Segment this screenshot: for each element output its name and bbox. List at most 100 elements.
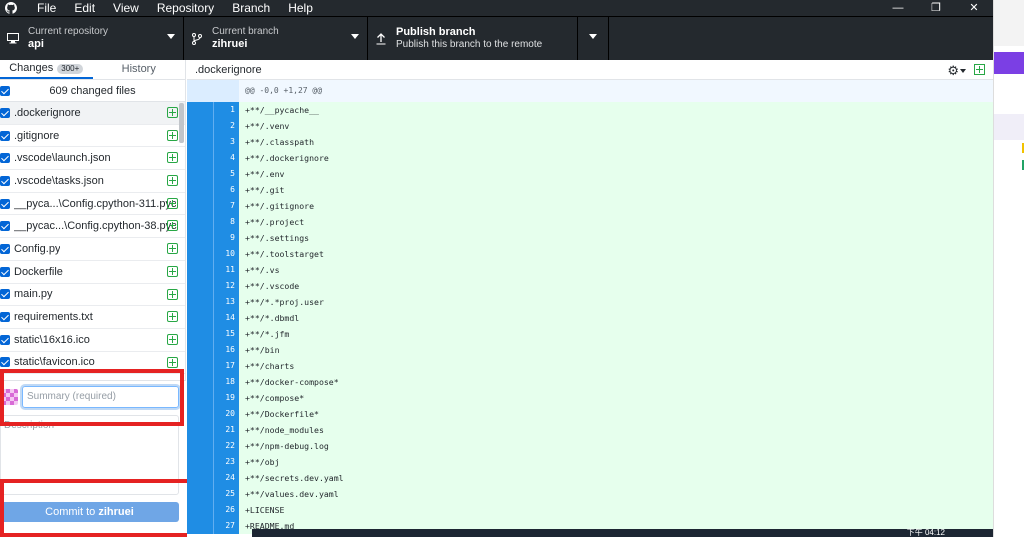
menu-edit[interactable]: Edit xyxy=(65,0,104,16)
list-item[interactable]: .vscode\tasks.json xyxy=(0,170,185,193)
file-checkbox[interactable] xyxy=(0,153,10,164)
list-item[interactable]: Config.py xyxy=(0,238,185,261)
file-list-scrollbar[interactable] xyxy=(179,103,184,143)
expand-icon[interactable] xyxy=(974,64,985,75)
diff-line[interactable]: 7 +**/.gitignore xyxy=(187,198,993,214)
list-item[interactable]: Dockerfile xyxy=(0,261,185,284)
file-name: static\16x16.ico xyxy=(14,333,90,346)
tab-history[interactable]: History xyxy=(93,60,186,79)
list-item[interactable]: requirements.txt xyxy=(0,306,185,329)
file-checkbox[interactable] xyxy=(0,266,10,277)
diff-line[interactable]: 8 +**/.project xyxy=(187,214,993,230)
diff-line[interactable]: 1 +**/__pycache__ xyxy=(187,102,993,118)
gear-icon[interactable]: ⚙ xyxy=(947,63,959,79)
diff-line[interactable]: 26 +LICENSE xyxy=(187,502,993,518)
file-checkbox[interactable] xyxy=(0,130,10,141)
diff-line[interactable]: 21 +**/node_modules xyxy=(187,422,993,438)
diff-line-code: +**/.venv xyxy=(239,118,993,134)
menu-branch[interactable]: Branch xyxy=(223,0,279,16)
diff-line[interactable]: 9 +**/.settings xyxy=(187,230,993,246)
changed-files-count: 609 changed files xyxy=(49,84,136,97)
new-line-number: 13 xyxy=(225,297,235,306)
current-branch-button[interactable]: Current branch zihruei xyxy=(184,17,368,60)
file-checkbox[interactable] xyxy=(0,243,10,254)
new-line-number: 19 xyxy=(225,393,235,402)
diff-line[interactable]: 13 +**/*.*proj.user xyxy=(187,294,993,310)
diff-line[interactable]: 23 +**/obj xyxy=(187,454,993,470)
file-checkbox[interactable] xyxy=(0,221,10,232)
list-item[interactable]: main.py xyxy=(0,284,185,307)
diff-line[interactable]: 22 +**/npm-debug.log xyxy=(187,438,993,454)
diff-line[interactable]: 25 +**/values.dev.yaml xyxy=(187,486,993,502)
chevron-down-icon xyxy=(167,34,175,39)
diff-line[interactable]: 18 +**/docker-compose* xyxy=(187,374,993,390)
menu-file[interactable]: File xyxy=(28,0,65,16)
diff-line[interactable]: 16 +**/bin xyxy=(187,342,993,358)
added-file-icon xyxy=(167,107,178,118)
line-number-gutter: 11 xyxy=(187,262,239,278)
menu-help[interactable]: Help xyxy=(279,0,322,16)
new-line-number: 11 xyxy=(225,265,235,274)
toolbar: Current repository api Current branch zi… xyxy=(0,16,993,60)
file-name: Dockerfile xyxy=(14,265,63,278)
diff-line[interactable]: 19 +**/compose* xyxy=(187,390,993,406)
title-bar: File Edit View Repository Branch Help — … xyxy=(0,0,993,16)
diff-line[interactable]: 4 +**/.dockerignore xyxy=(187,150,993,166)
new-line-number: 15 xyxy=(225,329,235,338)
list-item[interactable]: .vscode\launch.json xyxy=(0,147,185,171)
file-checkbox[interactable] xyxy=(0,198,10,209)
publish-options-dropdown[interactable] xyxy=(578,17,609,60)
list-item[interactable]: __pycac...\Config.cpython-38.pyc xyxy=(0,215,185,239)
diff-line[interactable]: 6 +**/.git xyxy=(187,182,993,198)
line-number-gutter: 19 xyxy=(187,390,239,406)
tab-changes[interactable]: Changes 300+ xyxy=(0,60,93,79)
new-line-number: 8 xyxy=(230,217,235,226)
list-item[interactable]: static\16x16.ico xyxy=(0,329,185,352)
file-checkbox[interactable] xyxy=(0,107,10,118)
diff-line[interactable]: 24 +**/secrets.dev.yaml xyxy=(187,470,993,486)
old-line-number xyxy=(187,486,213,502)
diff-line[interactable]: 14 +**/*.dbmdl xyxy=(187,310,993,326)
diff-line[interactable]: 12 +**/.vscode xyxy=(187,278,993,294)
added-file-icon xyxy=(167,356,178,368)
file-checkbox[interactable] xyxy=(0,312,10,323)
diff-line[interactable]: 15 +**/*.jfm xyxy=(187,326,993,342)
file-checkbox[interactable] xyxy=(0,334,10,345)
line-number-gutter: 14 xyxy=(187,310,239,326)
select-all-checkbox[interactable] xyxy=(0,86,10,96)
menu-view[interactable]: View xyxy=(104,0,148,16)
monitor-icon xyxy=(6,33,20,44)
list-item[interactable]: .gitignore xyxy=(0,125,185,148)
new-line-number: 1 xyxy=(230,105,235,114)
file-checkbox[interactable] xyxy=(0,289,10,300)
minimize-button[interactable]: — xyxy=(879,0,917,16)
current-repository-button[interactable]: Current repository api xyxy=(0,17,184,60)
diff-line-code: +**/.env xyxy=(239,166,993,182)
menu-bar: File Edit View Repository Branch Help xyxy=(28,0,322,16)
line-number-gutter: 9 xyxy=(187,230,239,246)
diff-line[interactable]: 10 +**/.toolstarget xyxy=(187,246,993,262)
line-number-gutter: 26 xyxy=(187,502,239,518)
chevron-down-icon[interactable] xyxy=(960,69,966,73)
diff-line[interactable]: 17 +**/charts xyxy=(187,358,993,374)
close-button[interactable]: ✕ xyxy=(955,0,993,16)
diff-line[interactable]: 20 +**/Dockerfile* xyxy=(187,406,993,422)
publish-branch-title: Publish branch xyxy=(396,26,476,38)
chevron-down-icon xyxy=(589,34,597,39)
diff-line[interactable]: 3 +**/.classpath xyxy=(187,134,993,150)
diff-line[interactable]: 5 +**/.env xyxy=(187,166,993,182)
file-checkbox[interactable] xyxy=(0,357,10,368)
file-checkbox[interactable] xyxy=(0,175,10,186)
diff-line[interactable]: 11 +**/.vs xyxy=(187,262,993,278)
new-line-number: 20 xyxy=(225,409,235,418)
diff-line[interactable]: 2 +**/.venv xyxy=(187,118,993,134)
list-item[interactable]: __pyca...\Config.cpython-311.pyc xyxy=(0,193,185,216)
list-item[interactable]: .dockerignore xyxy=(0,102,185,125)
line-number-gutter: 3 xyxy=(187,134,239,150)
publish-branch-button[interactable]: Publish branch Publish this branch to th… xyxy=(368,17,578,60)
file-name: __pycac...\Config.cpython-38.pyc xyxy=(14,220,177,233)
menu-repository[interactable]: Repository xyxy=(148,0,223,16)
diff-line-code: +**/.dockerignore xyxy=(239,150,993,166)
maximize-button[interactable]: ❐ xyxy=(917,0,955,16)
file-name: main.py xyxy=(14,288,53,301)
